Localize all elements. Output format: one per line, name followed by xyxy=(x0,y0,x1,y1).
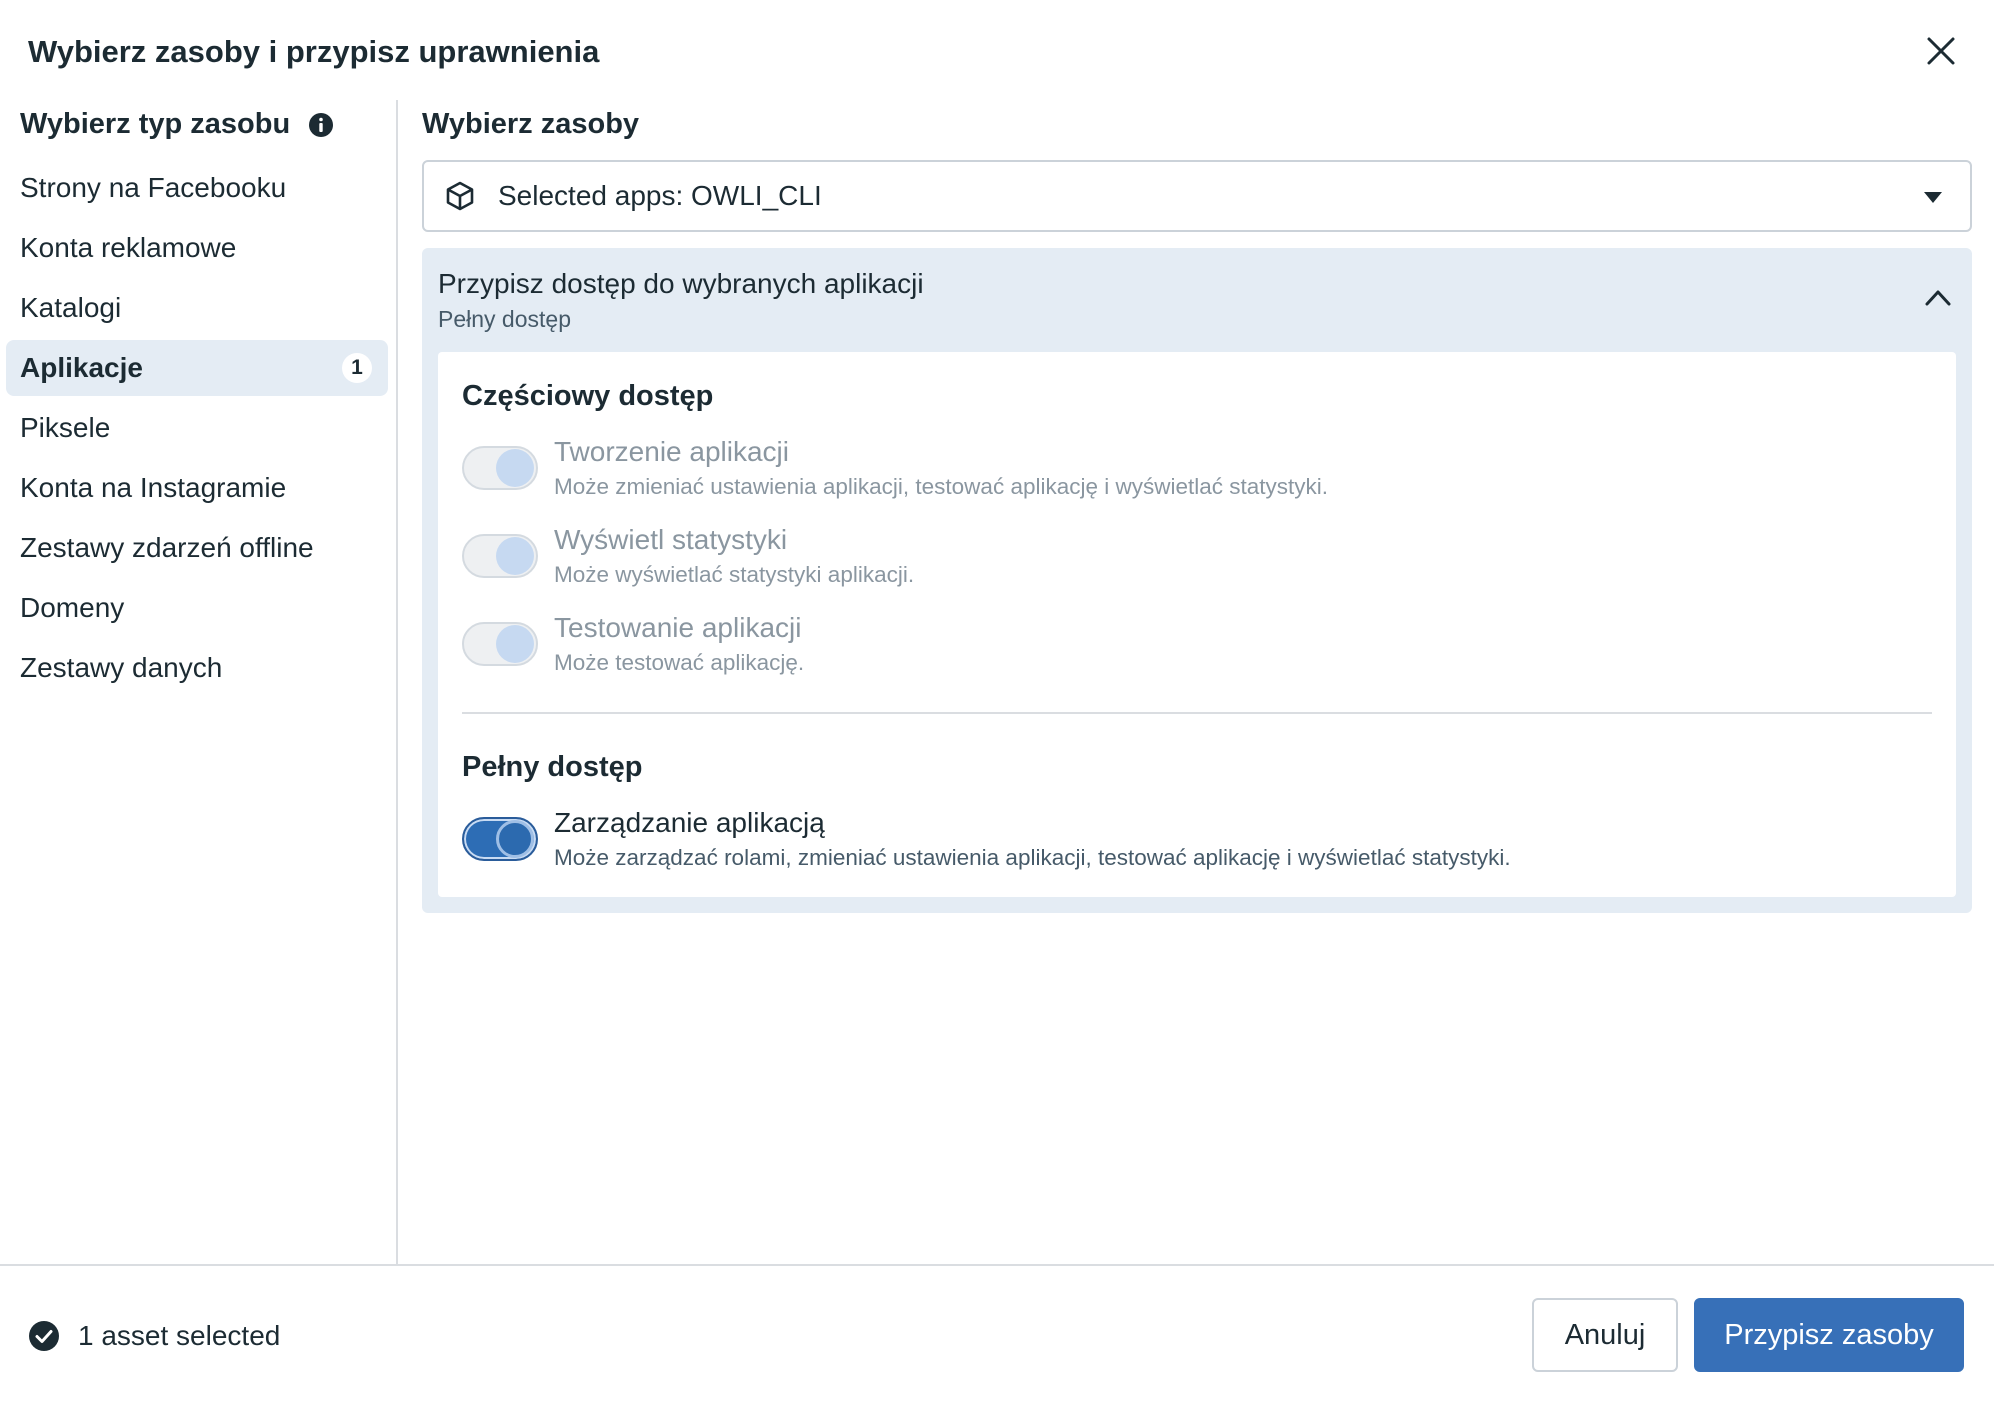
permission-row-create-app: Tworzenie aplikacji Może zmieniać ustawi… xyxy=(462,436,1922,506)
selection-status-text: 1 asset selected xyxy=(78,1320,281,1351)
sidebar-heading: Wybierz typ zasobu xyxy=(20,108,334,141)
sidebar-item-pixels[interactable]: Piksele xyxy=(6,400,388,456)
assign-assets-button[interactable]: Przypisz zasoby xyxy=(1694,1298,1964,1372)
asset-type-list: Strony na Facebooku Konta reklamowe Kata… xyxy=(6,160,388,700)
permission-row-view-insights: Wyświetl statystyki Może wyświetlać stat… xyxy=(462,524,1922,594)
sidebar-item-apps[interactable]: Aplikacje 1 xyxy=(6,340,388,396)
full-access-title: Pełny dostęp xyxy=(462,751,643,783)
sidebar-item-domains[interactable]: Domeny xyxy=(6,580,388,636)
sidebar-item-label: Katalogi xyxy=(20,292,122,323)
sidebar-item-label: Aplikacje xyxy=(20,352,143,383)
permission-name: Wyświetl statystyki xyxy=(554,524,788,555)
sidebar-item-label: Piksele xyxy=(20,412,111,443)
permission-toggle[interactable] xyxy=(462,446,538,490)
toggle-knob xyxy=(496,625,534,663)
permission-toggle[interactable] xyxy=(462,534,538,578)
partial-access-title: Częściowy dostęp xyxy=(462,380,714,412)
permission-description: Może zarządzać rolami, zmieniać ustawien… xyxy=(554,845,1511,870)
permission-row-test-app: Testowanie aplikacji Może testować aplik… xyxy=(462,612,1922,682)
access-panel: Przypisz dostęp do wybranych aplikacji P… xyxy=(422,248,1972,913)
toggle-knob xyxy=(496,537,534,575)
section-divider xyxy=(462,712,1932,714)
asset-select-dropdown[interactable]: Selected apps: OWLI_CLI xyxy=(422,160,1972,232)
sidebar-item-offline-event-sets[interactable]: Zestawy zdarzeń offline xyxy=(6,520,388,576)
toggle-knob xyxy=(496,449,534,487)
access-panel-header[interactable]: Przypisz dostęp do wybranych aplikacji P… xyxy=(422,248,1972,352)
sidebar-item-label: Strony na Facebooku xyxy=(20,172,287,203)
dialog-title: Wybierz zasoby i przypisz uprawnienia xyxy=(28,34,600,69)
permissions-body: Częściowy dostęp Tworzenie aplikacji Moż… xyxy=(438,352,1956,897)
permission-description: Może testować aplikację. xyxy=(554,650,805,675)
caret-down-icon xyxy=(1924,192,1942,203)
sidebar-item-facebook-pages[interactable]: Strony na Facebooku xyxy=(6,160,388,216)
count-badge: 1 xyxy=(342,353,372,383)
close-button[interactable] xyxy=(1920,30,1962,72)
dialog-footer: 1 asset selected Anuluj Przypisz zasoby xyxy=(0,1264,1994,1402)
sidebar-item-label: Zestawy zdarzeń offline xyxy=(20,532,314,563)
assign-assets-dialog: Wybierz zasoby i przypisz uprawnienia Wy… xyxy=(0,0,1994,1402)
sidebar-item-label: Zestawy danych xyxy=(20,652,223,683)
main-heading: Wybierz zasoby xyxy=(422,108,640,140)
cancel-button[interactable]: Anuluj xyxy=(1532,1298,1678,1372)
permission-name: Zarządzanie aplikacją xyxy=(554,807,825,838)
info-icon[interactable] xyxy=(308,112,334,138)
chevron-up-icon[interactable] xyxy=(1922,282,1954,314)
check-circle-icon xyxy=(29,1321,59,1351)
selection-status: 1 asset selected xyxy=(28,1320,280,1352)
permission-toggle[interactable] xyxy=(462,622,538,666)
box-icon xyxy=(446,181,474,211)
permission-row-manage-app: Zarządzanie aplikacją Może zarządzać rol… xyxy=(462,807,1922,877)
sidebar-item-label: Domeny xyxy=(20,592,125,623)
asset-selection-main: Wybierz zasoby Selected apps: OWLI_CLI P… xyxy=(422,100,1972,1264)
sidebar-heading-text: Wybierz typ zasobu xyxy=(20,108,291,140)
asset-select-value: Selected apps: OWLI_CLI xyxy=(498,180,822,211)
permission-toggle[interactable] xyxy=(462,817,538,861)
sidebar-item-label: Konta na Instagramie xyxy=(20,472,287,503)
permission-description: Może zmieniać ustawienia aplikacji, test… xyxy=(554,474,1329,499)
sidebar-item-label: Konta reklamowe xyxy=(20,232,237,263)
permission-name: Testowanie aplikacji xyxy=(554,612,802,643)
sidebar-item-datasets[interactable]: Zestawy danych xyxy=(6,640,388,696)
close-icon xyxy=(1927,37,1955,65)
access-panel-title: Przypisz dostęp do wybranych aplikacji xyxy=(438,268,924,299)
permission-description: Może wyświetlać statystyki aplikacji. xyxy=(554,562,915,587)
permission-name: Tworzenie aplikacji xyxy=(554,436,789,467)
sidebar-item-ad-accounts[interactable]: Konta reklamowe xyxy=(6,220,388,276)
asset-type-sidebar: Wybierz typ zasobu Strony na Facebooku K… xyxy=(0,100,398,1264)
sidebar-item-instagram-accounts[interactable]: Konta na Instagramie xyxy=(6,460,388,516)
access-panel-subtitle: Pełny dostęp xyxy=(438,306,571,332)
sidebar-item-catalogs[interactable]: Katalogi xyxy=(6,280,388,336)
toggle-knob xyxy=(496,820,534,858)
dialog-header: Wybierz zasoby i przypisz uprawnienia xyxy=(0,0,1994,100)
